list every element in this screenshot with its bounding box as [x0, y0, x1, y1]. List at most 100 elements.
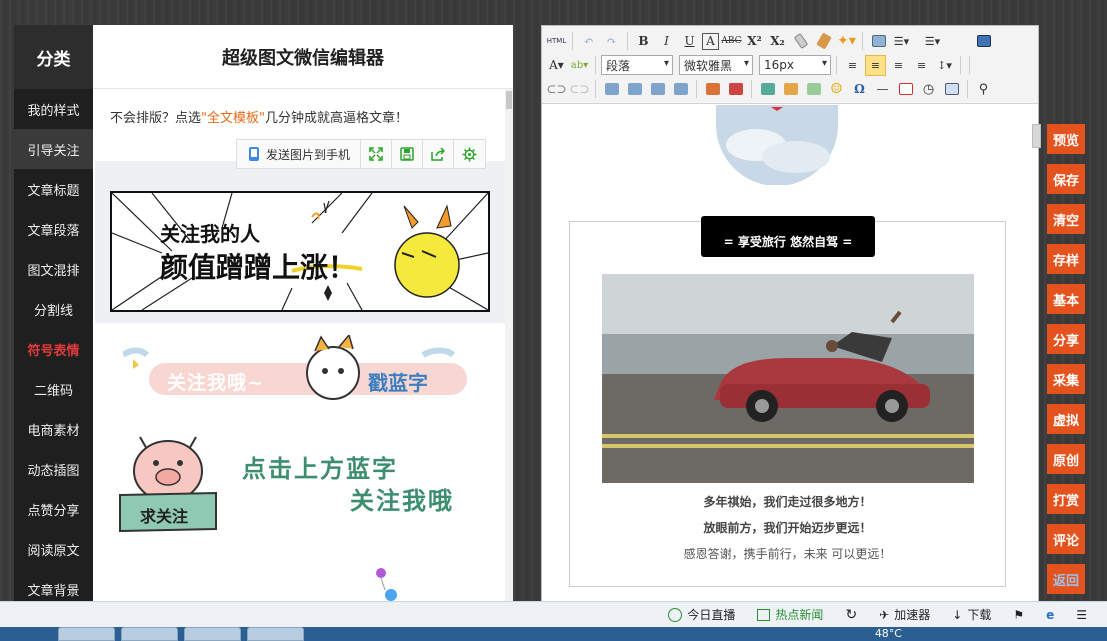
align-right-icon[interactable]: ≡ [888, 55, 909, 76]
sidebar-item-read-original[interactable]: 阅读原文 [14, 529, 93, 569]
accelerator-link[interactable]: ✈ 加速器 [879, 606, 930, 623]
sidebar-item-ecommerce[interactable]: 电商素材 [14, 409, 93, 449]
font-family-select[interactable]: 微软雅黑 [679, 55, 753, 75]
taskbar-app-2[interactable] [121, 627, 178, 641]
highlight-color-icon[interactable]: ab▾ [569, 55, 590, 76]
share-icon[interactable] [423, 140, 455, 168]
special-char-icon[interactable]: Ω [849, 79, 870, 100]
rich-text-editor: HTML ↶ ↷ B I U A ABC X² X₂ ✦▾ ☰▾ ☰▾ A▾ a… [541, 25, 1039, 601]
float-center-icon[interactable] [670, 79, 691, 100]
flag-icon[interactable]: ⚑ [1013, 608, 1024, 622]
ordered-list-icon[interactable]: ☰▾ [891, 31, 912, 52]
link-icon[interactable]: ⊂⊃ [546, 79, 567, 100]
sidebar-item-qrcode[interactable]: 二维码 [14, 369, 93, 409]
html-source-button[interactable]: HTML [546, 31, 567, 52]
table-icon[interactable] [941, 79, 962, 100]
scrollbar-thumb[interactable] [506, 91, 512, 109]
toolbar-row-1: HTML ↶ ↷ B I U A ABC X² X₂ ✦▾ ☰▾ ☰▾ [546, 29, 994, 53]
sidebar-item-animated[interactable]: 动态插图 [14, 449, 93, 489]
ie-icon[interactable]: e [1046, 608, 1054, 622]
editor-content[interactable]: = 享受旅行 悠然自驾 = 多年祺始，我们走过很多地方！ 放眼前方，我们开始迈步… [542, 105, 1038, 601]
toolbar-separator [967, 80, 968, 98]
underline-icon[interactable]: U [679, 31, 700, 52]
send-to-phone-button[interactable]: 发送图片到手机 [237, 140, 362, 168]
menu-icon[interactable]: ☰ [1076, 608, 1087, 622]
emoji-icon[interactable]: ☺ [826, 79, 847, 100]
fullscreen-monitor-icon[interactable] [973, 31, 994, 52]
bold-icon[interactable]: B [633, 31, 654, 52]
format-brush-icon[interactable] [813, 31, 834, 52]
live-today-link[interactable]: 今日直播 [668, 606, 735, 623]
collect-button[interactable]: 采集 [1047, 364, 1085, 394]
reward-button[interactable]: 打赏 [1047, 484, 1085, 514]
template-scrollbar[interactable] [505, 89, 513, 601]
subscript-icon[interactable]: X₂ [767, 31, 788, 52]
share-button[interactable]: 分享 [1047, 324, 1085, 354]
template-banner-follow-me[interactable]: 关注我的人 颜值蹭蹭上涨！ [110, 191, 490, 312]
eraser-icon[interactable] [790, 31, 811, 52]
preview-button[interactable]: 预览 [1047, 124, 1085, 154]
superscript-icon[interactable]: X² [744, 31, 765, 52]
font-color-icon[interactable]: A▾ [546, 55, 567, 76]
fullscreen-icon[interactable] [361, 140, 393, 168]
settings-gear-icon[interactable] [454, 140, 485, 168]
full-template-link[interactable]: "全文模板" [201, 111, 265, 126]
float-none-icon[interactable] [624, 79, 645, 100]
video-icon[interactable] [757, 79, 778, 100]
map-icon[interactable] [803, 79, 824, 100]
music-icon[interactable] [780, 79, 801, 100]
undo-icon[interactable]: ↶ [578, 31, 599, 52]
hot-news-link[interactable]: 热点新闻 [757, 606, 823, 623]
basic-button[interactable]: 基本 [1047, 284, 1085, 314]
sidebar-item-follow-guide[interactable]: 引导关注 [14, 129, 93, 169]
taskbar-app-1[interactable] [58, 627, 115, 641]
redo-icon[interactable]: ↷ [601, 31, 622, 52]
strikethrough-icon[interactable]: ABC [721, 31, 742, 52]
multi-image-icon[interactable] [725, 79, 746, 100]
sidebar-item-like-share[interactable]: 点赞分享 [14, 489, 93, 529]
image-icon[interactable] [702, 79, 723, 100]
save-icon[interactable] [392, 140, 424, 168]
float-right-icon[interactable] [647, 79, 668, 100]
unordered-list-icon[interactable]: ☰▾ [922, 31, 943, 52]
font-size-select[interactable]: 16px [759, 55, 831, 75]
original-button[interactable]: 原创 [1047, 444, 1085, 474]
sidebar-item-article-title[interactable]: 文章标题 [14, 169, 93, 209]
download-link[interactable]: ↓ 下载 [952, 606, 991, 623]
date-icon[interactable] [895, 79, 916, 100]
taskbar-app-4[interactable] [247, 627, 304, 641]
refresh-icon[interactable]: ↻ [845, 607, 857, 623]
align-left-icon[interactable]: ≡ [842, 55, 863, 76]
html-label: HTML [546, 37, 567, 45]
sidebar-item-emoji[interactable]: 符号表情 [14, 329, 93, 369]
line-height-icon[interactable]: ↕▾ [934, 55, 955, 76]
clear-button[interactable]: 清空 [1047, 204, 1085, 234]
border-text-icon[interactable]: A [702, 32, 719, 50]
float-left-icon[interactable] [601, 79, 622, 100]
sidebar-item-my-styles[interactable]: 我的样式 [14, 89, 93, 129]
toolbar-separator [969, 56, 970, 74]
paragraph-select[interactable]: 段落 [601, 55, 673, 75]
comment-button[interactable]: 评论 [1047, 524, 1085, 554]
time-icon[interactable]: ◷ [918, 79, 939, 100]
article-block[interactable]: = 享受旅行 悠然自驾 = 多年祺始，我们走过很多地方！ 放眼前方，我们开始迈步… [569, 216, 1006, 587]
save-style-button[interactable]: 存样 [1047, 244, 1085, 274]
unlink-icon[interactable]: ⊂⊃ [569, 79, 590, 100]
back-button[interactable]: 返回 [1047, 564, 1085, 594]
template-banner-follow-blue[interactable]: 关注我哦~ 戳蓝字 [123, 335, 483, 415]
magic-format-icon[interactable]: ✦▾ [836, 31, 857, 52]
virtual-button[interactable]: 虚拟 [1047, 404, 1085, 434]
sidebar-item-article-paragraph[interactable]: 文章段落 [14, 209, 93, 249]
italic-icon[interactable]: I [656, 31, 677, 52]
taskbar-app-3[interactable] [184, 627, 241, 641]
sidebar-item-divider[interactable]: 分割线 [14, 289, 93, 329]
template-banner-click-blue[interactable]: 求关注 点击上方蓝字 关注我哦 [118, 425, 488, 565]
find-replace-icon[interactable]: ⚲ [973, 79, 994, 100]
align-center-icon[interactable]: ≡ [865, 54, 886, 76]
sidebar-item-image-text[interactable]: 图文混排 [14, 249, 93, 289]
paste-icon[interactable] [868, 31, 889, 52]
horizontal-rule-icon[interactable]: — [872, 79, 893, 100]
editor-scrollbar-thumb[interactable] [1032, 124, 1041, 148]
align-justify-icon[interactable]: ≡ [911, 55, 932, 76]
save-button[interactable]: 保存 [1047, 164, 1085, 194]
